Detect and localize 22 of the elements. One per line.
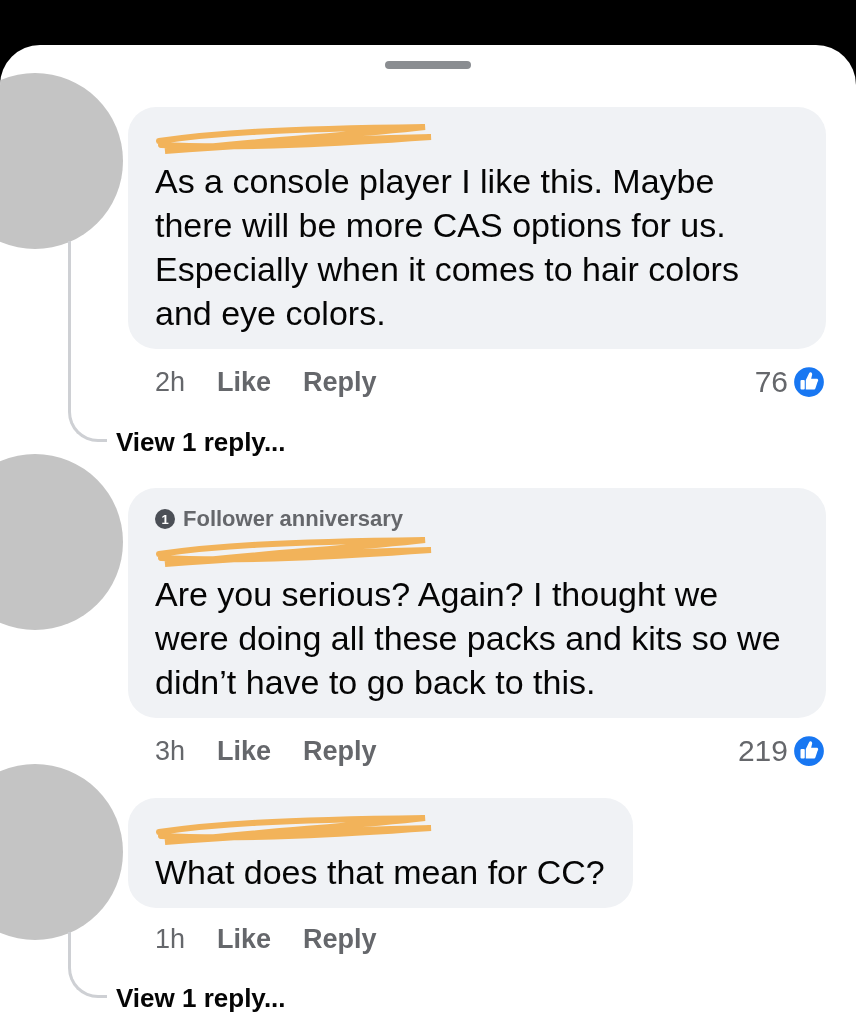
comment-text: What does that mean for CC? [155, 852, 605, 893]
reaction-count: 76 [754, 365, 788, 399]
action-link[interactable]: Like [217, 924, 272, 955]
badge-number-icon: 1 [155, 509, 175, 529]
action-link[interactable]: Like [217, 735, 272, 767]
action-link[interactable]: Reply [303, 735, 377, 767]
view-replies-link[interactable]: View 1 reply... [116, 983, 286, 1014]
comment-text: As a console player I like this. Maybe there will be more CAS options for us. Especially when it comes to hair colors and eye colors. [155, 161, 740, 334]
action-link[interactable]: Reply [303, 366, 377, 398]
comment-time: 3h [155, 735, 186, 767]
action-link[interactable]: Reply [303, 924, 377, 955]
thumbs-up-icon [792, 734, 826, 768]
thread-line [68, 932, 107, 998]
comment-time: 2h [155, 366, 186, 398]
view-replies-link[interactable]: View 1 reply... [116, 427, 286, 458]
comment-time: 1h [155, 924, 186, 955]
drag-handle[interactable] [385, 61, 471, 69]
badge-label: Follower anniversary [183, 506, 404, 532]
action-link[interactable]: Like [217, 366, 272, 398]
reaction-count: 219 [737, 734, 788, 768]
comment-text: Are you serious? Again? I thought we were doing all these packs and kits so we didn’t have to go back to this. [155, 574, 782, 703]
thumbs-up-icon [792, 365, 826, 399]
